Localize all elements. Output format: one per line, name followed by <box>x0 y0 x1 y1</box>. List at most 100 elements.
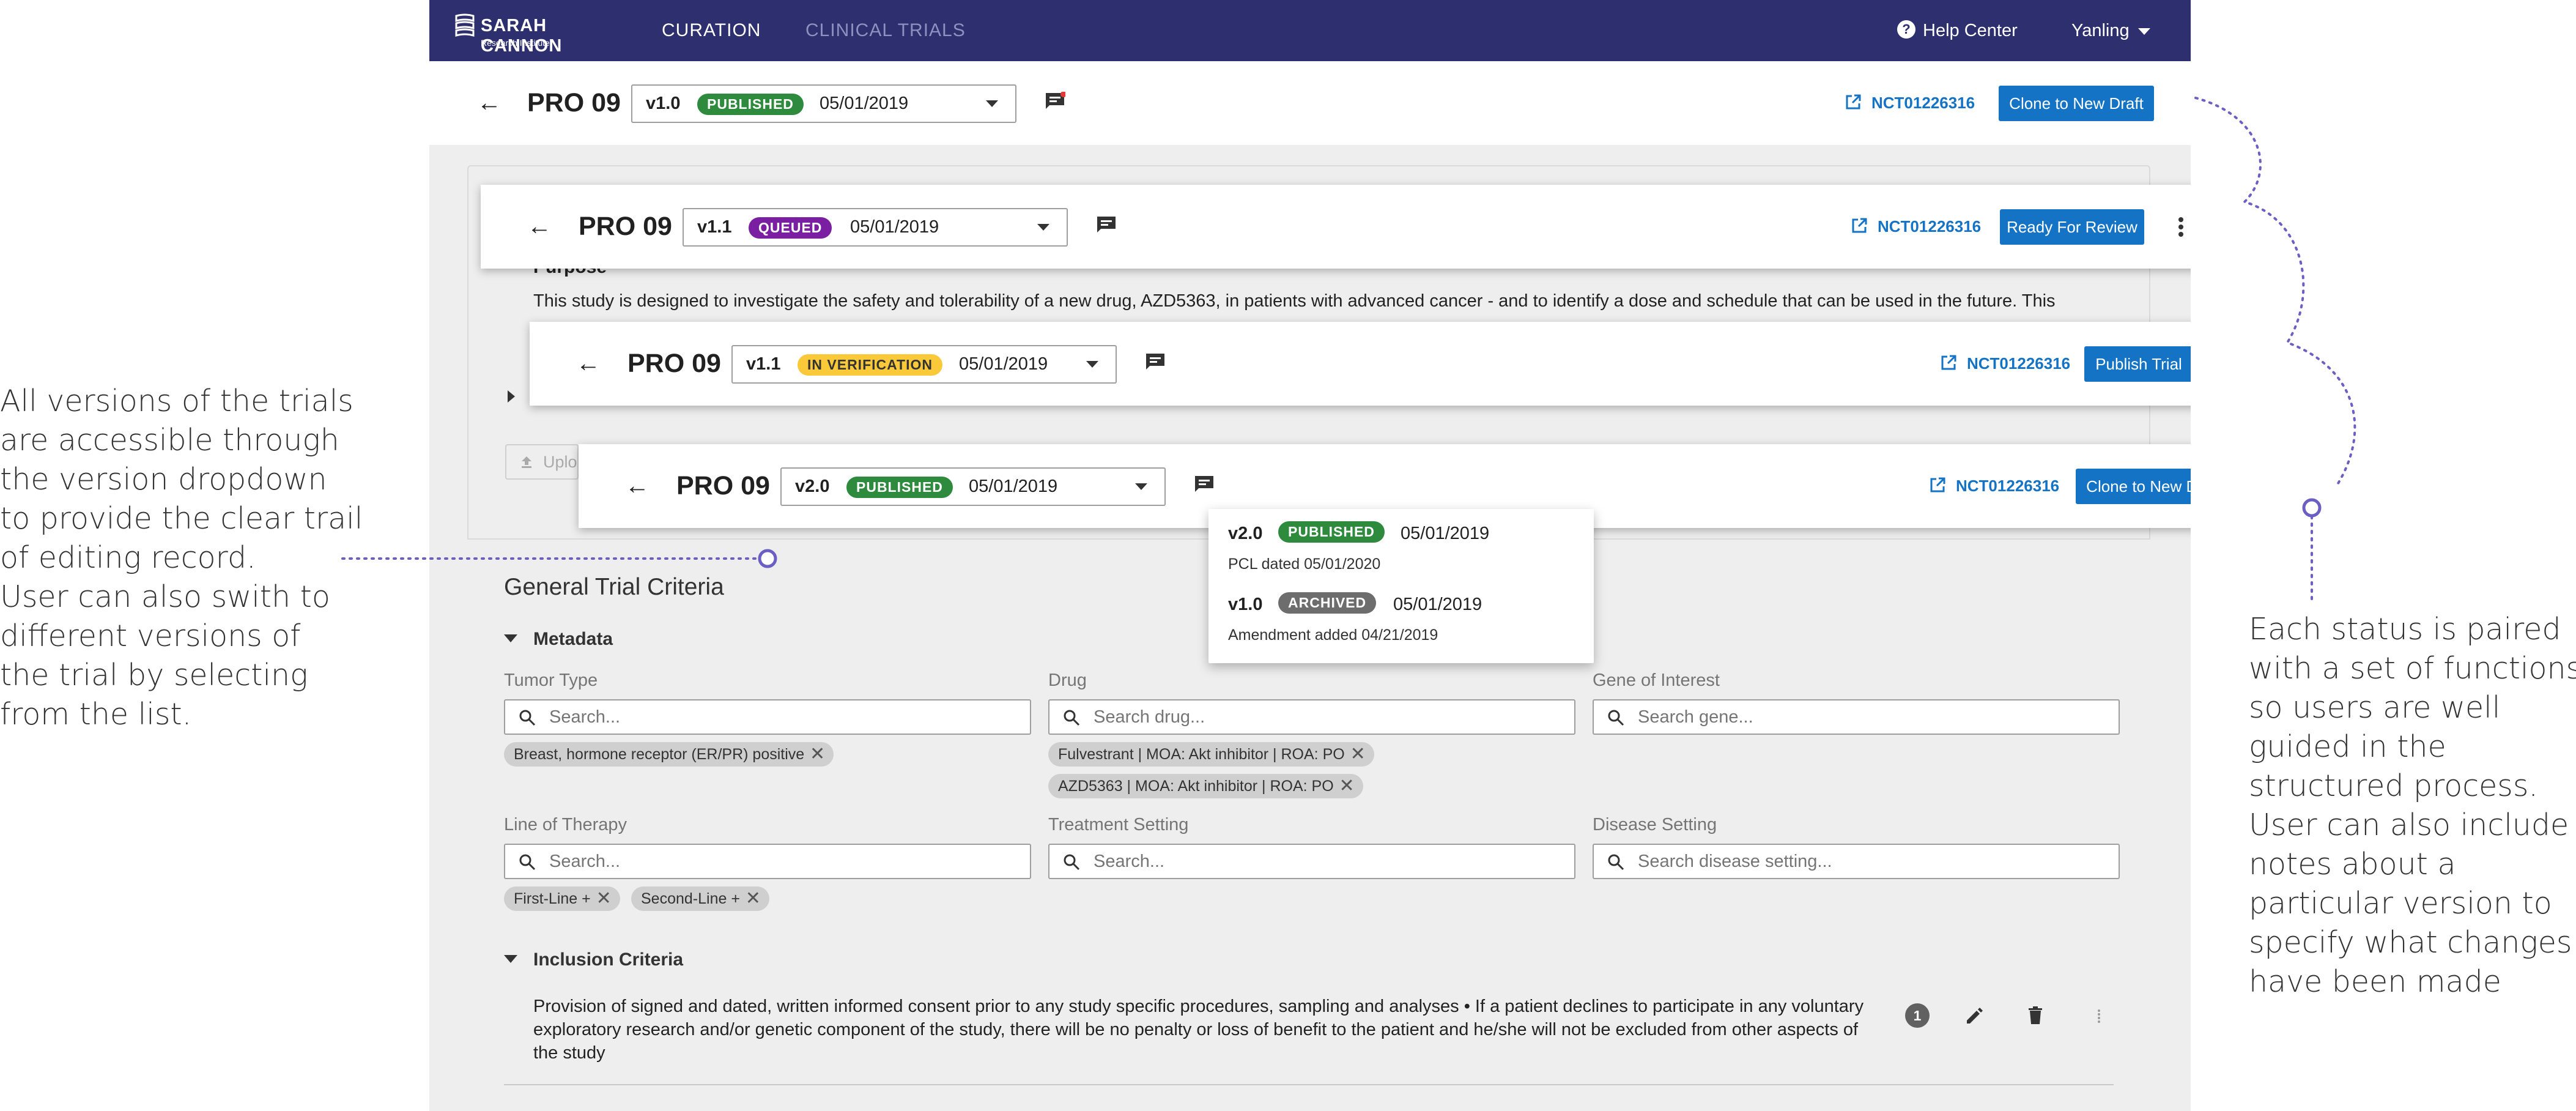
collapse-arrow-icon[interactable] <box>504 955 517 963</box>
close-icon[interactable]: ✕ <box>810 742 825 767</box>
annotation-line: of editing record. <box>0 540 256 575</box>
trial-header-in-verification: ← PRO 09 v1.1 IN VERIFICATION 05/01/2019… <box>530 322 2191 406</box>
nct-link[interactable]: NCT01226316 <box>1940 322 2070 406</box>
search-placeholder: Search drug... <box>1094 707 1205 727</box>
search-icon <box>519 710 536 726</box>
delete-icon[interactable] <box>2023 1003 2048 1028</box>
collapse-arrow-icon[interactable] <box>504 634 517 642</box>
upload-button[interactable]: Upload <box>505 444 579 480</box>
status-badge: PUBLISHED <box>697 94 804 115</box>
help-center-label: Help Center <box>1923 21 2018 40</box>
annotation-line: User can also swith to <box>0 579 330 614</box>
tumor-type-chip[interactable]: Breast, hormone receptor (ER/PR) positiv… <box>504 742 834 767</box>
annotation-line: with a set of functions <box>2249 651 2576 686</box>
version-number: v1.1 <box>697 217 732 237</box>
back-arrow-icon[interactable]: ← <box>576 322 601 406</box>
top-nav: SARAH CANNON Research Institute CURATION… <box>429 0 2191 61</box>
drug-label: Drug <box>1048 671 1087 690</box>
annotation-line: specify what changes <box>2249 925 2572 960</box>
trial-title: PRO 09 <box>579 212 672 241</box>
chip-label: Fulvestrant | MOA: Akt inhibitor | ROA: … <box>1058 746 1345 763</box>
help-center-link[interactable]: ? Help Center <box>1897 0 2018 61</box>
logo: SARAH CANNON Research Institute <box>453 12 618 56</box>
chevron-down-icon <box>1135 483 1147 490</box>
drug-chip[interactable]: Fulvestrant | MOA: Akt inhibitor | ROA: … <box>1048 742 1374 767</box>
nct-link[interactable]: NCT01226316 <box>1929 444 2059 528</box>
nct-link[interactable]: NCT01226316 <box>1851 185 1981 269</box>
clone-to-new-draft-button[interactable]: Clone to New Draft <box>2076 469 2191 504</box>
right-connector-dot <box>2302 498 2322 518</box>
disease-setting-search[interactable]: Search disease setting... <box>1593 844 2120 879</box>
version-date: 05/01/2019 <box>850 217 939 237</box>
annotation-line: structured process. <box>2249 768 2538 803</box>
chip-label: Breast, hormone receptor (ER/PR) positiv… <box>514 746 805 763</box>
user-menu[interactable]: Yanling <box>2071 0 2150 61</box>
trial-header-queued: ← PRO 09 v1.1 QUEUED 05/01/2019 NCT01226… <box>481 185 2191 269</box>
treatment-setting-label: Treatment Setting <box>1048 815 1189 834</box>
search-placeholder: Search... <box>549 852 621 871</box>
criteria-number-badge: 1 <box>1905 1003 1930 1028</box>
annotation-line: have been made <box>2249 964 2501 999</box>
comment-icon[interactable] <box>1045 92 1065 110</box>
version-number: v2.0 <box>795 477 830 496</box>
gene-label: Gene of Interest <box>1593 671 1720 690</box>
annotation-line: the trial by selecting <box>0 658 308 693</box>
line-of-therapy-label: Line of Therapy <box>504 815 627 834</box>
close-icon[interactable]: ✕ <box>596 886 612 911</box>
search-icon <box>1064 854 1080 871</box>
treatment-setting-search[interactable]: Search... <box>1048 844 1575 879</box>
more-options-icon[interactable] <box>2169 212 2191 242</box>
version-note: PCL dated 05/01/2020 <box>1228 556 1381 573</box>
external-link-icon <box>1930 477 1945 492</box>
drug-chip[interactable]: AZD5363 | MOA: Akt inhibitor | ROA: PO ✕ <box>1048 774 1363 798</box>
status-badge: QUEUED <box>749 217 832 239</box>
line-of-therapy-chip[interactable]: Second-Line + ✕ <box>631 886 769 911</box>
line-of-therapy-chip[interactable]: First-Line + ✕ <box>504 886 620 911</box>
nct-link[interactable]: NCT01226316 <box>1845 61 1975 145</box>
version-dropdown[interactable]: v1.1 IN VERIFICATION 05/01/2019 <box>731 345 1117 384</box>
help-icon: ? <box>1897 20 1915 39</box>
comment-icon[interactable] <box>1096 215 1117 234</box>
trial-title: PRO 09 <box>676 471 770 500</box>
drug-search[interactable]: Search drug... <box>1048 699 1575 735</box>
close-icon[interactable]: ✕ <box>1350 742 1366 767</box>
right-annotation: Each status is paired with a set of func… <box>2249 610 2576 1001</box>
gene-search[interactable]: Search gene... <box>1593 699 2120 735</box>
comment-icon[interactable] <box>1194 475 1215 493</box>
line-of-therapy-search[interactable]: Search... <box>504 844 1031 879</box>
status-badge: ARCHIVED <box>1278 592 1377 614</box>
back-arrow-icon[interactable]: ← <box>625 444 650 528</box>
version-dropdown[interactable]: v2.0 PUBLISHED 05/01/2019 <box>780 467 1166 506</box>
version-option[interactable]: v2.0 PUBLISHED 05/01/2019 PCL dated 05/0… <box>1208 509 1594 580</box>
tumor-type-label: Tumor Type <box>504 671 598 690</box>
version-option[interactable]: v1.0 ARCHIVED 05/01/2019 Amendment added… <box>1208 580 1594 651</box>
tab-curation[interactable]: CURATION <box>662 0 761 61</box>
search-placeholder: Search... <box>549 707 621 727</box>
back-arrow-icon[interactable]: ← <box>527 185 552 269</box>
back-arrow-icon[interactable]: ← <box>477 61 502 145</box>
edit-icon[interactable] <box>1962 1003 1986 1028</box>
annotation-line: the version dropdown <box>0 462 327 497</box>
publish-trial-button[interactable]: Publish Trial <box>2084 346 2191 382</box>
version-dropdown[interactable]: v1.0 PUBLISHED 05/01/2019 <box>631 84 1016 123</box>
chip-label: First-Line + <box>514 890 591 907</box>
version-date: 05/01/2019 <box>820 94 909 113</box>
logo-subtitle: Research Institute <box>481 38 550 48</box>
annotation-line: so users are well <box>2249 690 2501 725</box>
upload-icon <box>522 456 531 468</box>
close-icon[interactable]: ✕ <box>746 886 761 911</box>
tumor-type-search[interactable]: Search... <box>504 699 1031 735</box>
chip-label: Second-Line + <box>641 890 740 907</box>
ready-for-review-button[interactable]: Ready For Review <box>2000 209 2144 245</box>
left-annotation: All versions of the trials are accessibl… <box>0 382 363 734</box>
clone-to-new-draft-button[interactable]: Clone to New Draft <box>1999 86 2154 121</box>
comment-icon[interactable] <box>1145 352 1166 371</box>
version-dropdown[interactable]: v1.1 QUEUED 05/01/2019 <box>683 208 1068 247</box>
close-icon[interactable]: ✕ <box>1339 774 1355 798</box>
tab-clinical-trials[interactable]: CLINICAL TRIALS <box>805 0 966 61</box>
search-icon <box>1608 710 1624 726</box>
annotation-line: to provide the clear trail <box>0 501 363 536</box>
drag-handle-icon[interactable] <box>2087 1003 2111 1028</box>
expand-arrow-icon[interactable] <box>508 390 515 403</box>
external-link-icon <box>1941 355 1956 370</box>
